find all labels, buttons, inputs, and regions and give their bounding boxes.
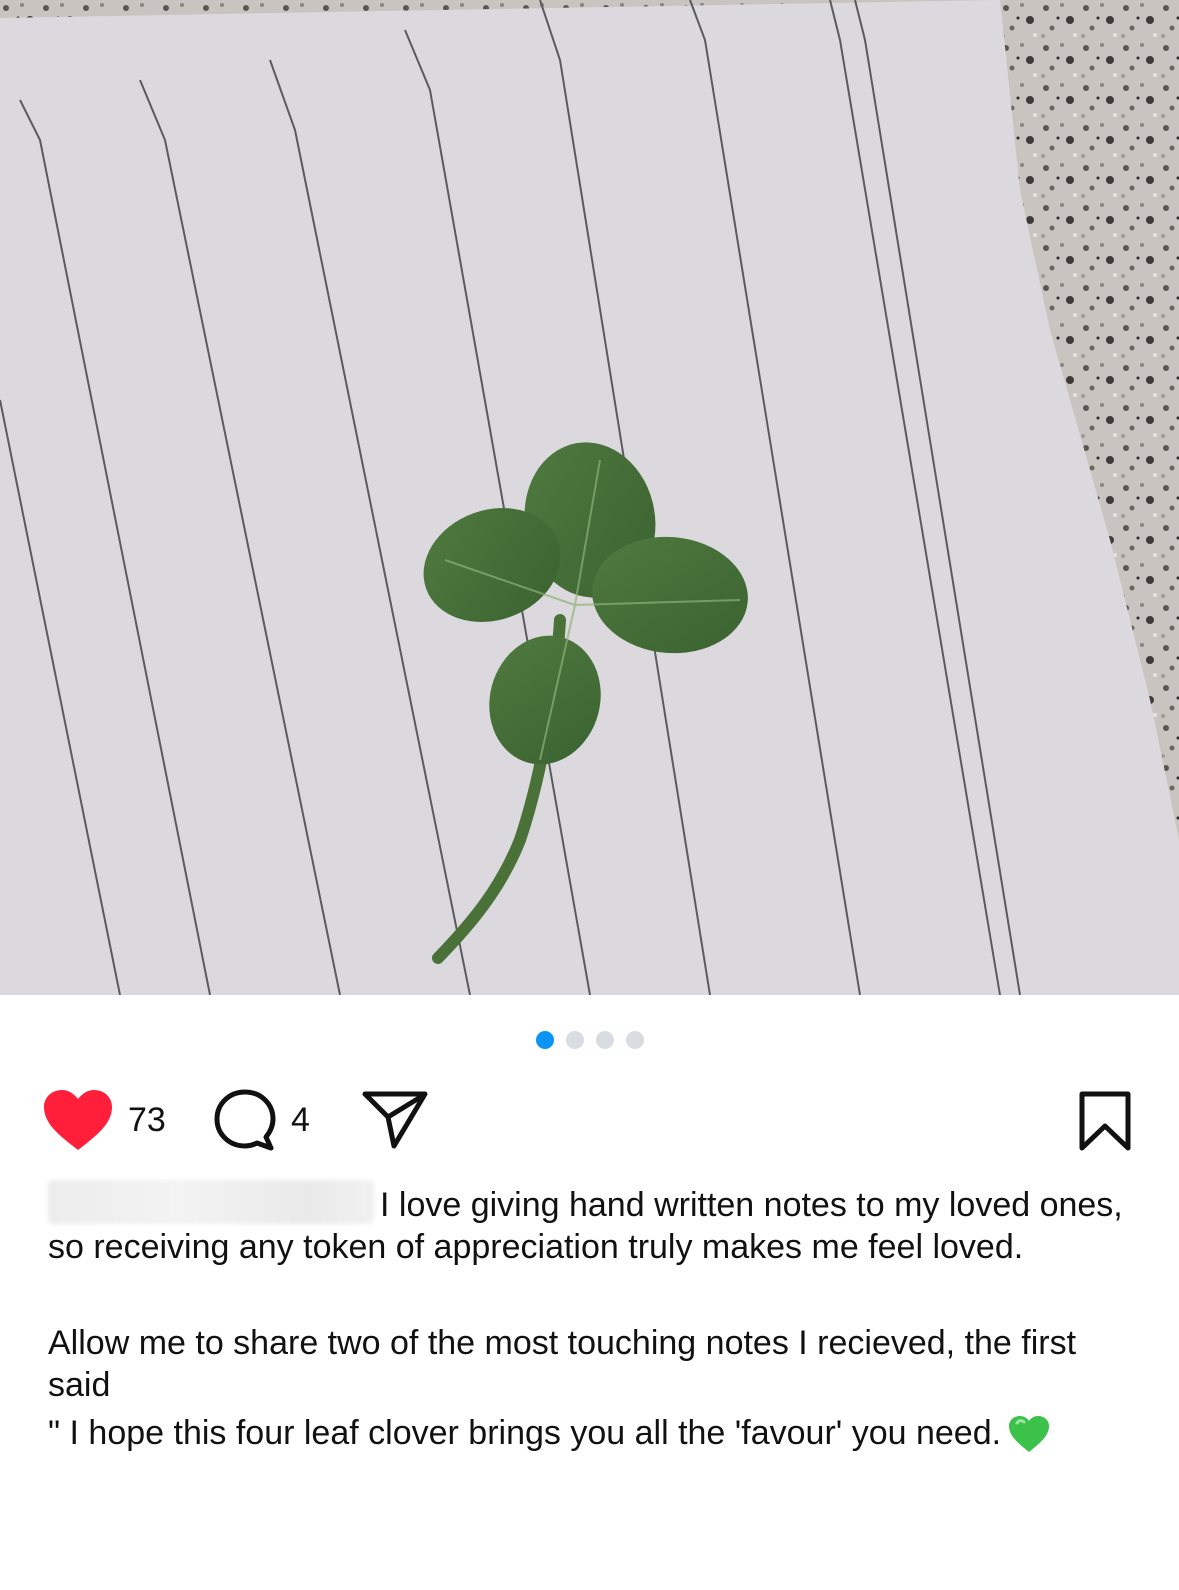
carousel-dot [595,1031,614,1049]
carousel-dot [535,1031,554,1049]
post-caption: I love giving hand written notes to my l… [48,1180,1128,1464]
comment-button[interactable]: 4 [213,1088,310,1152]
post-actions: 73 4 [42,1088,1132,1154]
comment-bubble-icon [214,1089,276,1151]
caption-paragraph: " I hope this four leaf clover brings yo… [48,1412,1128,1464]
like-button[interactable]: 73 [42,1088,166,1152]
bookmark-icon [1079,1091,1131,1151]
carousel-indicator [0,1031,1179,1049]
username-redacted[interactable] [48,1180,374,1224]
save-button[interactable] [1078,1090,1132,1152]
caption-quote: " I hope this four leaf clover brings yo… [48,1414,1002,1452]
carousel-dot [565,1031,584,1049]
caption-paragraph: Allow me to share two of the most touchi… [48,1324,1077,1404]
paper-plane-icon [362,1091,428,1149]
post-photo[interactable] [0,0,1179,995]
caption-paragraph: I love giving hand written notes to my l… [48,1180,1128,1268]
carousel-dot [625,1031,644,1049]
green-heart-icon [1007,1414,1051,1464]
four-leaf-clover-photo [0,0,1179,995]
comments-count: 4 [291,1100,310,1139]
share-button[interactable] [362,1088,428,1150]
heart-filled-icon [44,1090,112,1150]
likes-count[interactable]: 73 [128,1101,166,1140]
